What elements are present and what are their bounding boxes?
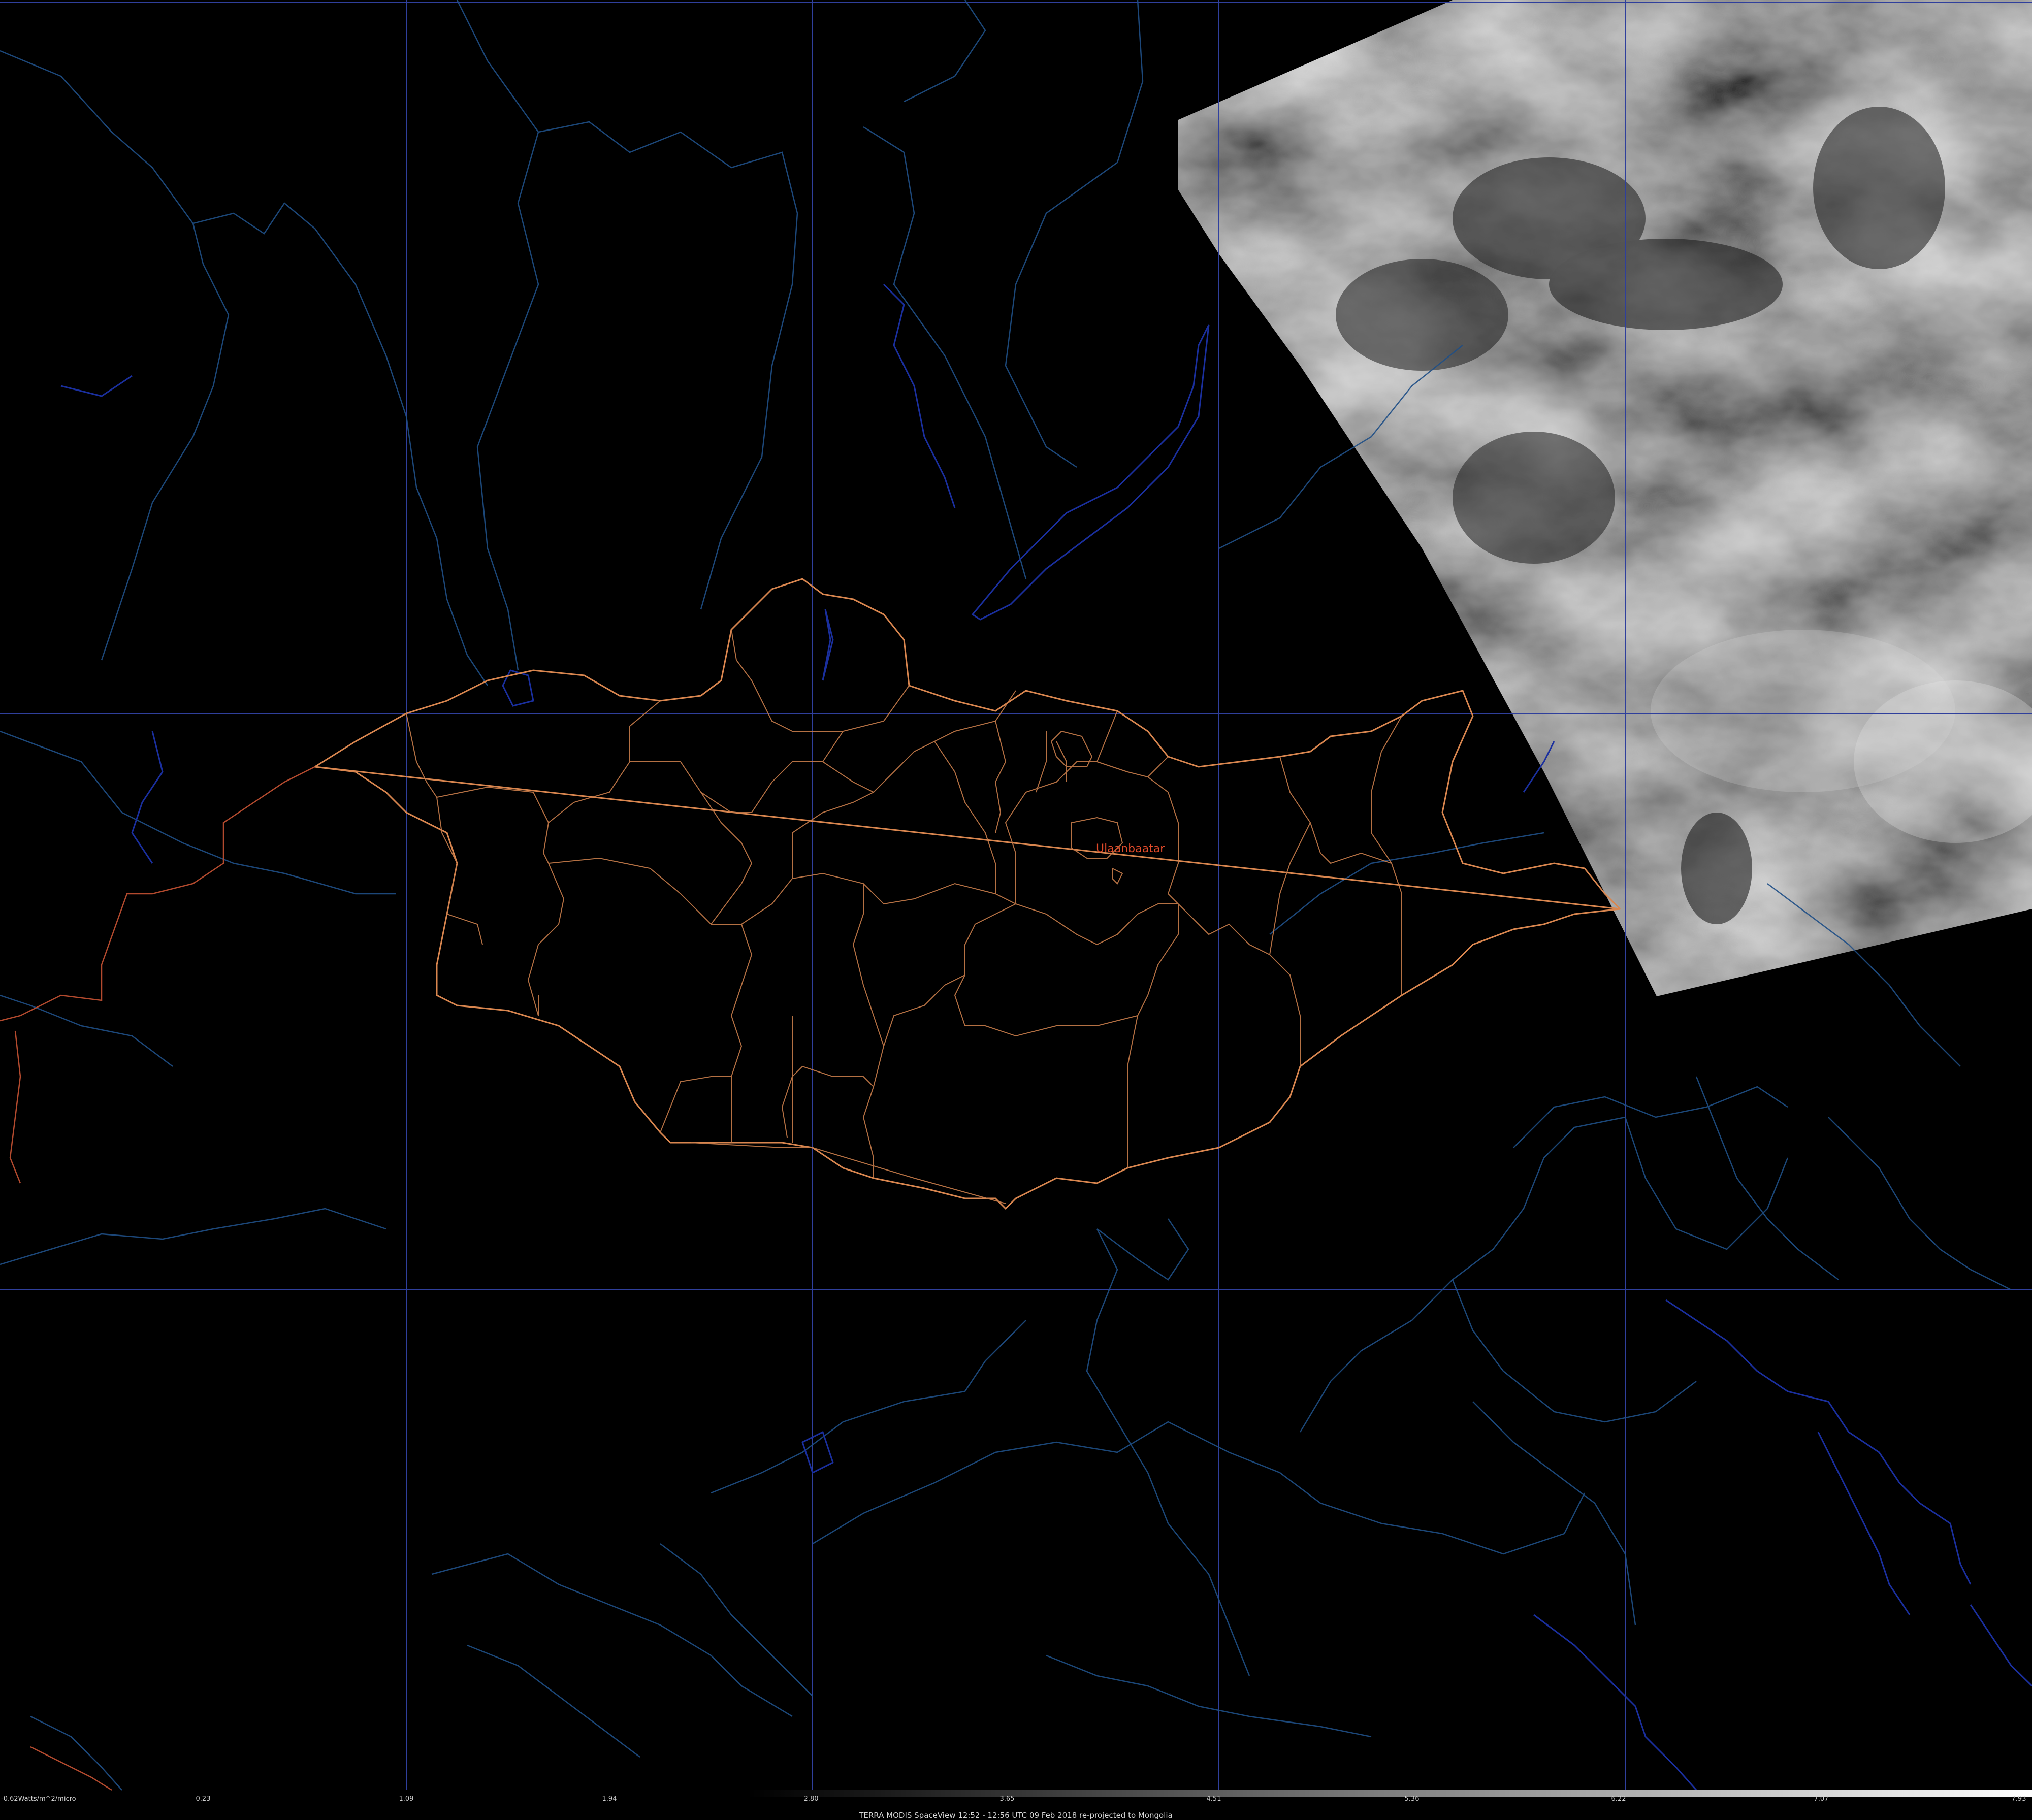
image-caption: TERRA MODIS SpaceView 12:52 - 12:56 UTC … [858,1811,1173,1820]
colorbar-tick: 3.65 [1000,1795,1015,1803]
colorbar-tick: 0.23 [196,1795,211,1803]
border-red [0,766,315,1791]
colorbar-tick: 5.36 [1405,1795,1420,1803]
colorbar-units-label: -0.62Watts/m^2/micro [1,1795,76,1803]
colorbar-tick: 7.93 [2012,1795,2026,1803]
province-borders [406,629,1402,1204]
colorbar-tick: 4.51 [1207,1795,1221,1803]
city-label-ulaanbaatar: Ulaanbaatar [1096,842,1165,855]
colorbar-tick: 7.07 [1814,1795,1829,1803]
colorbar-tick: 6.22 [1611,1795,1626,1803]
map-canvas: Ulaanbaatar -0.62Watts/m^2/micro 0.23 1.… [0,0,2032,1820]
colorbar-gradient [747,1790,2032,1797]
colorbar-tick: 1.94 [602,1795,617,1803]
colorbar: -0.62Watts/m^2/micro 0.23 1.09 1.94 2.80… [1,1790,2032,1803]
satellite-swath [1178,0,2032,996]
country-border [314,578,1621,1210]
colorbar-tick: 1.09 [399,1795,414,1803]
colorbar-tick: 2.80 [804,1795,819,1803]
